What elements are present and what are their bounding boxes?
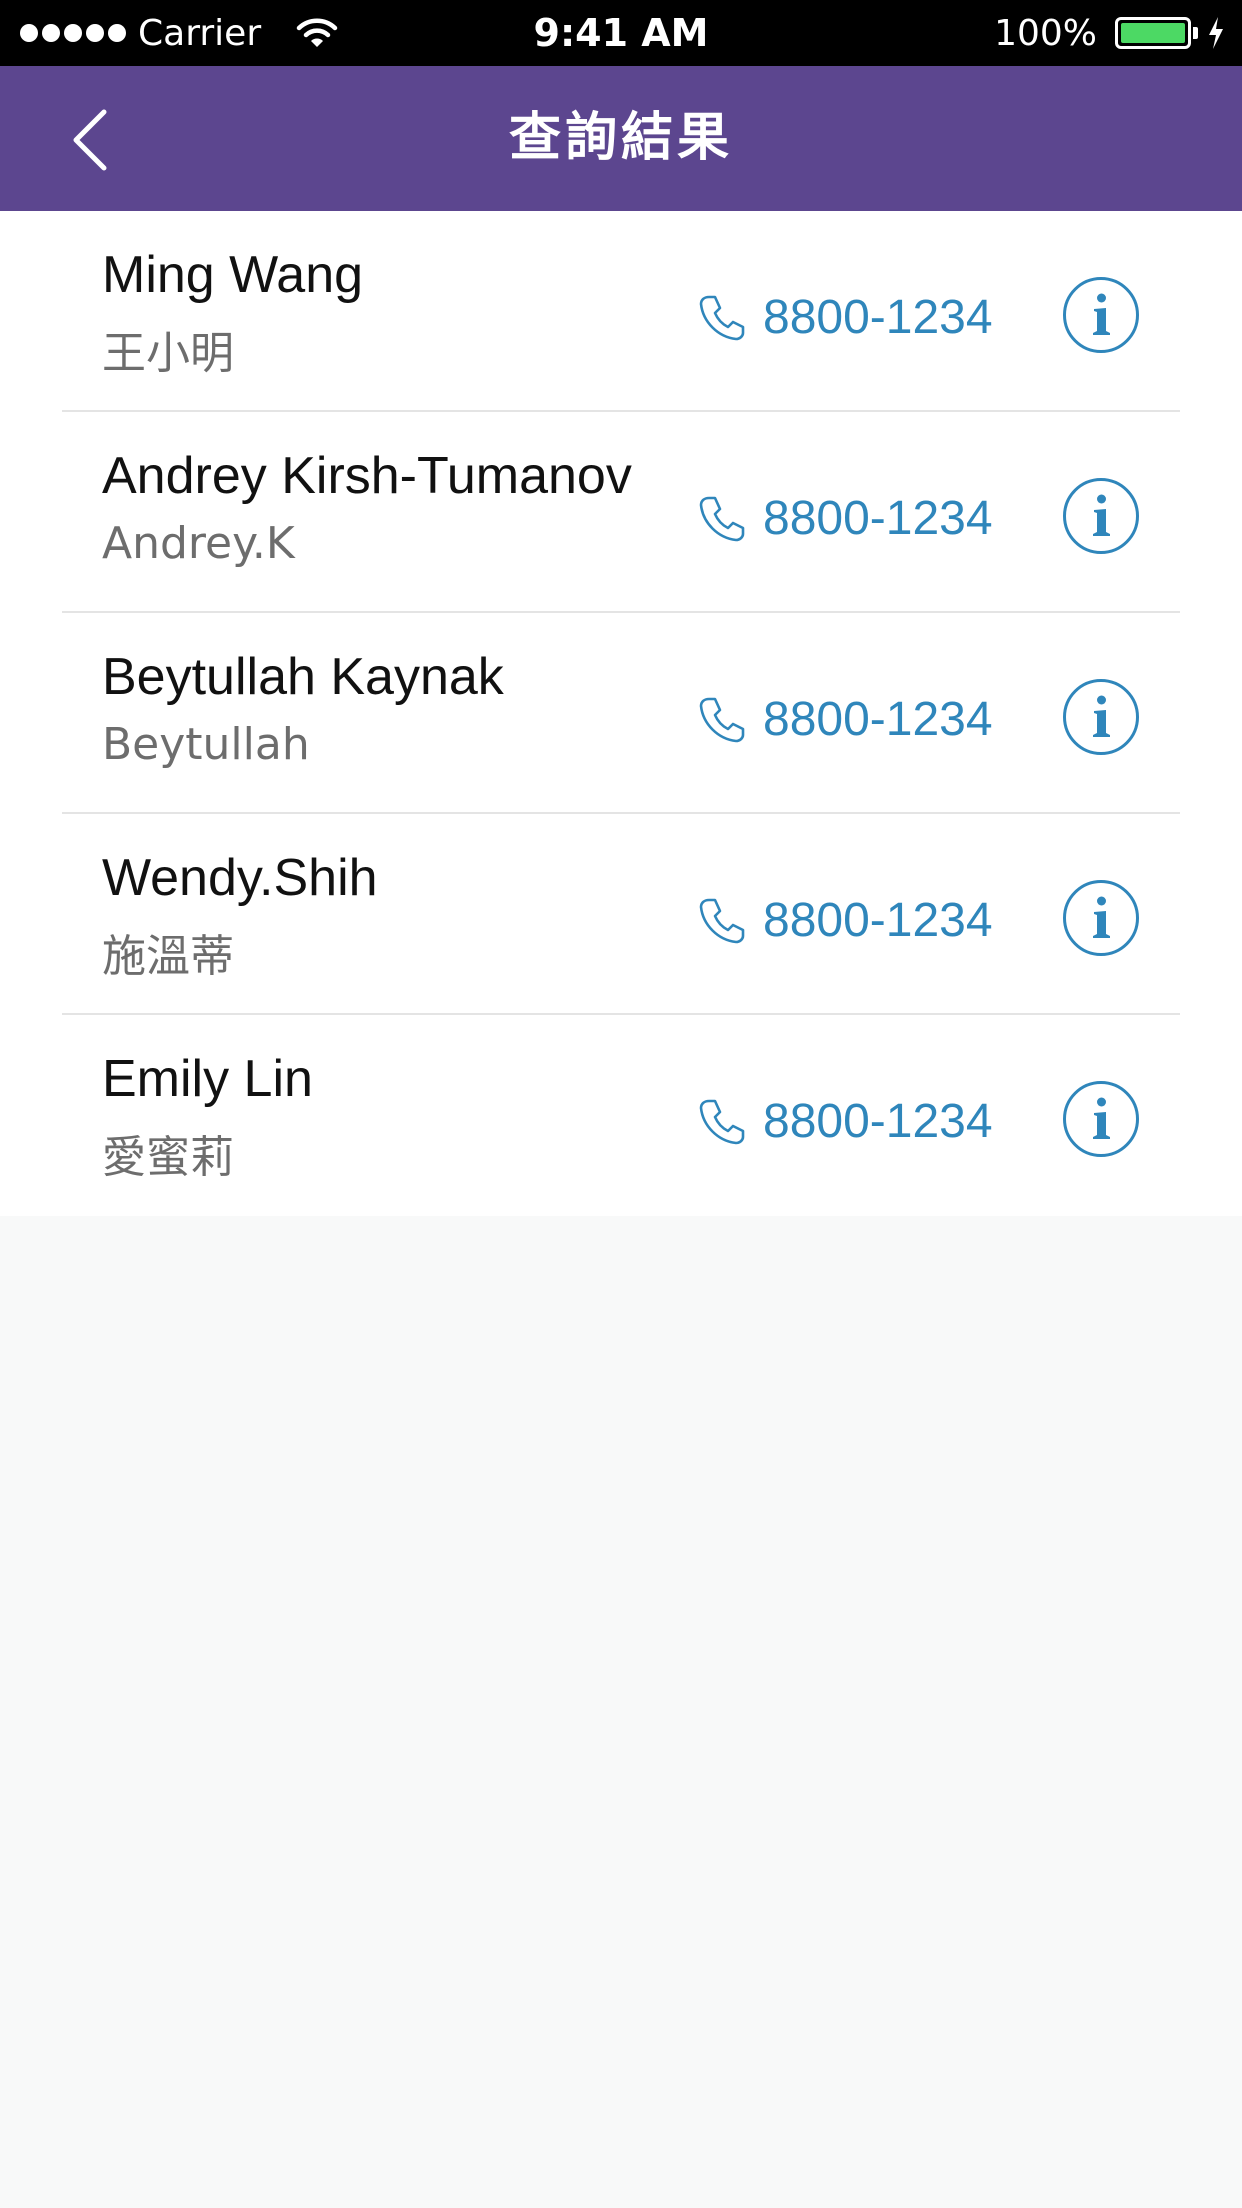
page-title: 查詢結果 — [508, 108, 733, 168]
list-item[interactable]: Andrey Kirsh-Tumanov Andrey.K 8800-1234 — [0, 412, 1242, 613]
list-item[interactable]: Ming Wang 王小明 8800-1234 — [0, 211, 1242, 412]
list-item[interactable]: Beytullah Kaynak Beytullah 8800-1234 — [0, 613, 1242, 814]
contact-name: Beytullah Kaynak — [102, 648, 504, 706]
info-button[interactable] — [1062, 1080, 1140, 1158]
phone-call-button[interactable]: 8800-1234 — [696, 689, 993, 749]
contact-alias: Andrey.K — [102, 518, 295, 569]
info-button[interactable] — [1062, 276, 1140, 354]
status-bar: Carrier 9:41 AM 100% — [0, 0, 1242, 66]
navigation-bar: 查詢結果 — [0, 66, 1242, 211]
phone-icon — [699, 1099, 745, 1145]
status-right: 100% — [994, 0, 1226, 66]
phone-icon — [699, 496, 745, 542]
contact-alias: 王小明 — [102, 328, 234, 379]
info-button[interactable] — [1062, 678, 1140, 756]
phone-number: 8800-1234 — [763, 692, 993, 746]
contact-alias: 施溫蒂 — [102, 931, 234, 982]
info-icon — [1063, 1081, 1139, 1157]
battery-percent: 100% — [994, 12, 1097, 54]
info-icon — [1063, 880, 1139, 956]
phone-icon — [699, 898, 745, 944]
list-item[interactable]: Emily Lin 愛蜜莉 8800-1234 — [0, 1015, 1242, 1216]
phone-number: 8800-1234 — [763, 290, 993, 344]
phone-number: 8800-1234 — [763, 893, 993, 947]
phone-number: 8800-1234 — [763, 1094, 993, 1148]
info-icon — [1063, 478, 1139, 554]
results-list: Ming Wang 王小明 8800-1234 Andrey Kirsh-Tumano… — [0, 211, 1242, 1216]
phone-call-button[interactable]: 8800-1234 — [696, 890, 993, 950]
battery-fill — [1121, 23, 1185, 43]
battery-tip — [1193, 27, 1198, 39]
info-icon — [1063, 679, 1139, 755]
info-icon — [1063, 277, 1139, 353]
contact-name: Wendy.Shih — [102, 849, 378, 907]
contact-name: Andrey Kirsh-Tumanov — [102, 447, 632, 505]
contact-alias: Beytullah — [102, 719, 310, 770]
contact-name: Emily Lin — [102, 1050, 313, 1108]
phone-call-button[interactable]: 8800-1234 — [696, 287, 993, 347]
phone-icon — [699, 697, 745, 743]
charging-bolt-icon — [1209, 17, 1223, 49]
phone-call-button[interactable]: 8800-1234 — [696, 488, 993, 548]
list-item[interactable]: Wendy.Shih 施溫蒂 8800-1234 — [0, 814, 1242, 1015]
phone-number: 8800-1234 — [763, 491, 993, 545]
battery-icon — [1115, 17, 1191, 49]
phone-icon — [699, 295, 745, 341]
info-button[interactable] — [1062, 879, 1140, 957]
contact-name: Ming Wang — [102, 246, 364, 304]
contact-alias: 愛蜜莉 — [102, 1132, 234, 1183]
info-button[interactable] — [1062, 477, 1140, 555]
phone-call-button[interactable]: 8800-1234 — [696, 1091, 993, 1151]
